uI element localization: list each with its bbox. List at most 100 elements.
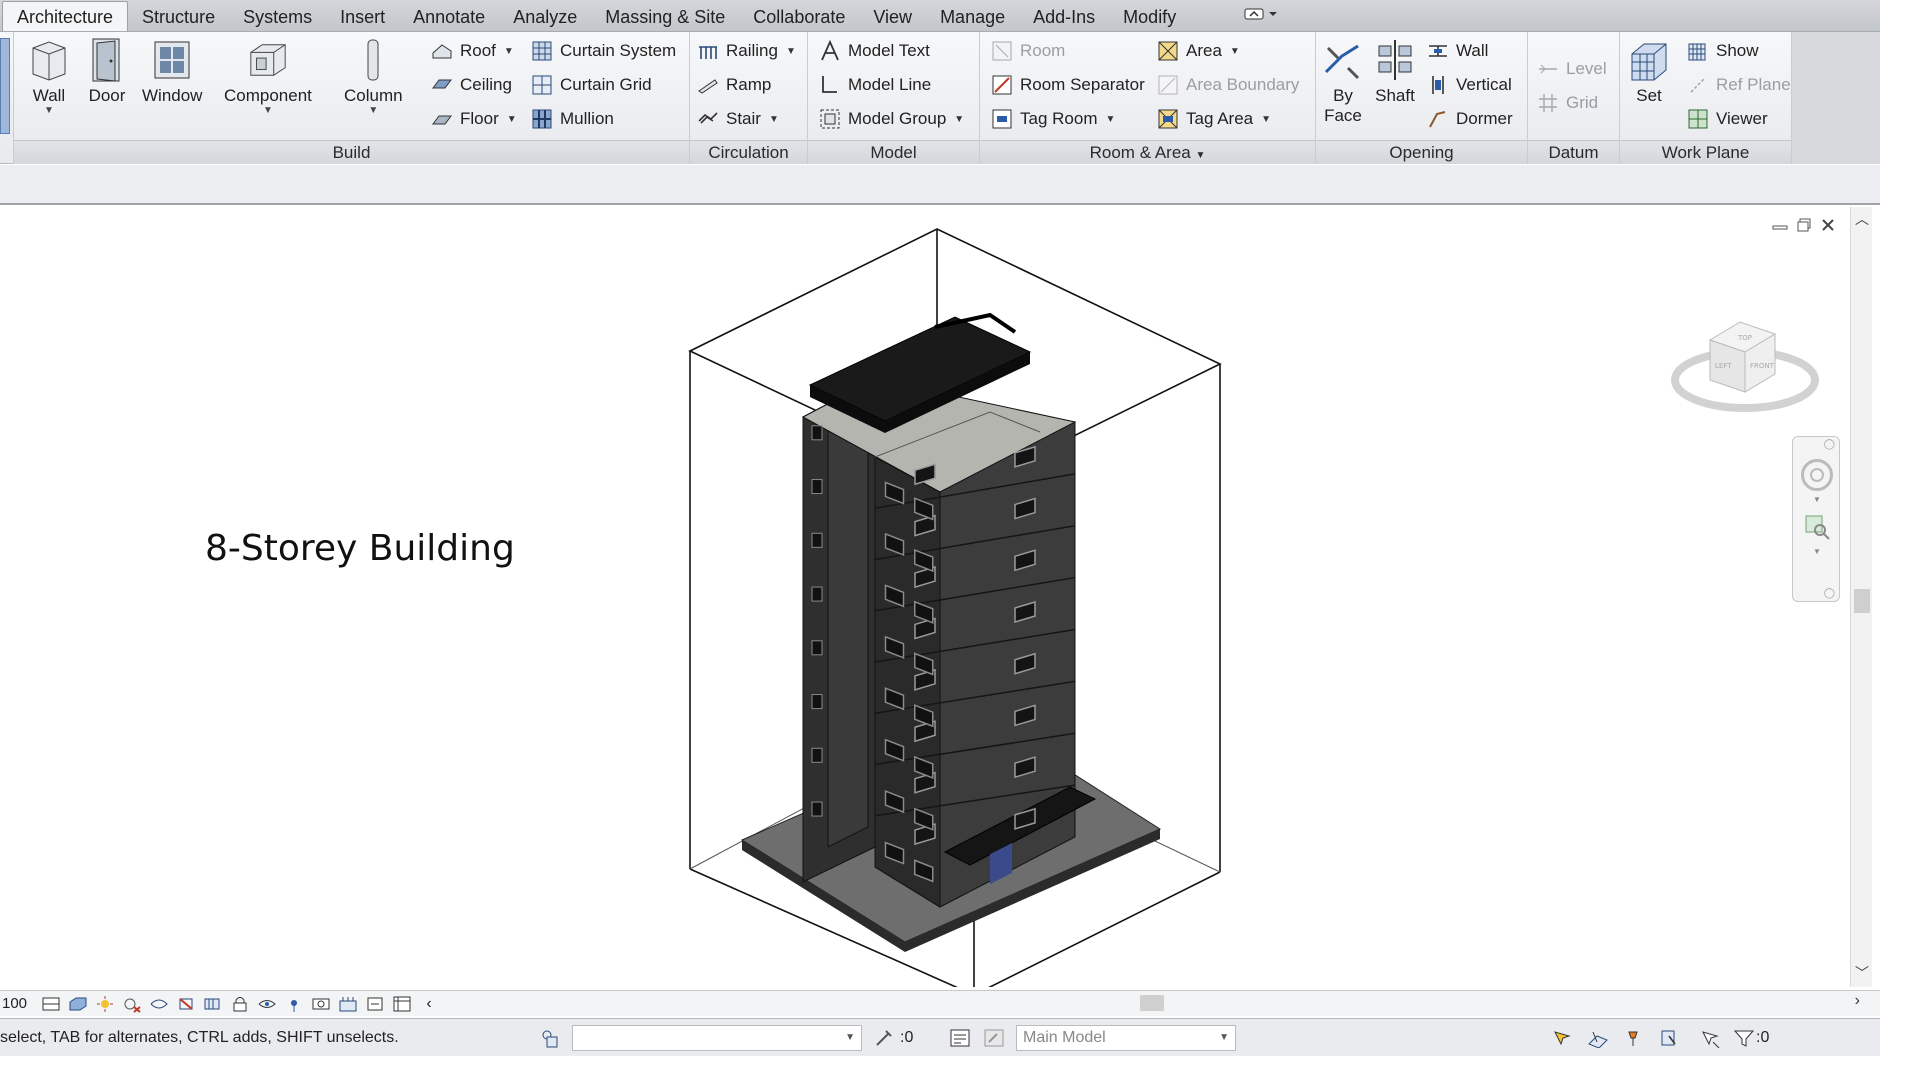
railing-button[interactable]: Railing ▼ bbox=[696, 36, 796, 66]
workset-dropdown[interactable]: ▼ bbox=[572, 1025, 862, 1051]
tab-add-ins[interactable]: Add-Ins bbox=[1019, 3, 1109, 31]
dormer-button[interactable]: Dormer bbox=[1426, 104, 1513, 134]
crop-view-icon[interactable] bbox=[175, 994, 197, 1014]
room-button[interactable]: Room bbox=[990, 36, 1065, 66]
stair-button[interactable]: Stair ▼ bbox=[696, 104, 779, 134]
select-underlay-icon[interactable] bbox=[1586, 1027, 1610, 1049]
panel-title-room-area[interactable]: Room & Area ▼ bbox=[980, 140, 1315, 164]
navbar-options-icon[interactable]: ◯ bbox=[1824, 588, 1835, 599]
scroll-right-icon[interactable]: › bbox=[1855, 992, 1860, 1010]
area-button[interactable]: Area ▼ bbox=[1156, 36, 1240, 66]
scroll-left-icon[interactable]: ‹ bbox=[418, 994, 440, 1014]
scroll-down-icon[interactable]: ﹀ bbox=[1851, 963, 1873, 983]
set-workplane-button[interactable]: Set bbox=[1628, 36, 1670, 106]
3d-view-canvas[interactable]: 8-Storey Building TOP LEFT FRONT ◯ ▼ ▼ ◯ bbox=[0, 207, 1850, 987]
analytical-model-icon[interactable] bbox=[310, 994, 332, 1014]
visual-style-icon[interactable] bbox=[67, 994, 89, 1014]
steering-wheel-icon[interactable] bbox=[1801, 459, 1833, 491]
reveal-constraints-icon[interactable] bbox=[364, 994, 386, 1014]
tag-area-button[interactable]: Tag Area ▼ bbox=[1156, 104, 1271, 134]
model-group-button[interactable]: Model Group ▼ bbox=[818, 104, 964, 134]
temporary-hide-icon[interactable] bbox=[256, 994, 278, 1014]
view-scale[interactable]: 100 bbox=[0, 995, 40, 1012]
window-icon bbox=[151, 36, 193, 84]
by-face-label-1: By bbox=[1333, 86, 1353, 105]
minimize-icon[interactable] bbox=[1772, 217, 1788, 233]
column-button[interactable]: Column ▼ bbox=[344, 36, 403, 116]
shaft-button[interactable]: Shaft bbox=[1374, 36, 1416, 106]
ribbon-display-toggle-icon[interactable] bbox=[1230, 3, 1294, 31]
modify-select-icon[interactable] bbox=[0, 38, 10, 134]
core-window bbox=[811, 801, 823, 817]
tab-systems[interactable]: Systems bbox=[229, 3, 326, 31]
tab-collaborate[interactable]: Collaborate bbox=[739, 3, 859, 31]
grid-button[interactable]: Grid bbox=[1536, 88, 1598, 118]
model-line-button[interactable]: Model Line bbox=[818, 70, 931, 100]
design-option-dropdown[interactable]: Main Model ▼ bbox=[1016, 1025, 1236, 1051]
design-options-icon[interactable] bbox=[948, 1027, 972, 1049]
viewer-button[interactable]: Viewer bbox=[1686, 104, 1768, 134]
select-by-face-icon[interactable] bbox=[1658, 1027, 1682, 1049]
show-workplane-button[interactable]: Show bbox=[1686, 36, 1759, 66]
reveal-hidden-icon[interactable] bbox=[283, 994, 305, 1014]
tab-massing-site[interactable]: Massing & Site bbox=[591, 3, 739, 31]
select-links-icon[interactable] bbox=[1550, 1027, 1574, 1049]
sun-path-icon[interactable] bbox=[94, 994, 116, 1014]
filter-icon[interactable] bbox=[1732, 1027, 1756, 1049]
editing-requests-icon[interactable] bbox=[872, 1027, 896, 1049]
crop-region-icon[interactable] bbox=[202, 994, 224, 1014]
tab-annotate[interactable]: Annotate bbox=[399, 3, 499, 31]
restore-icon[interactable] bbox=[1796, 217, 1812, 233]
chevron-down-icon[interactable]: ▼ bbox=[1813, 495, 1821, 504]
tag-room-button[interactable]: Tag Room ▼ bbox=[990, 104, 1115, 134]
lock-view-icon[interactable] bbox=[229, 994, 251, 1014]
navbar-close-icon[interactable]: ◯ bbox=[1824, 439, 1835, 450]
building-model[interactable] bbox=[0, 207, 1850, 987]
vertical-scrollbar[interactable]: ︿ ﹀ bbox=[1850, 207, 1872, 987]
area-boundary-button[interactable]: Area Boundary bbox=[1156, 70, 1299, 100]
vertical-scroll-thumb[interactable] bbox=[1854, 589, 1870, 613]
tab-modify[interactable]: Modify bbox=[1109, 3, 1190, 31]
worksets-icon[interactable] bbox=[538, 1027, 562, 1049]
ramp-button[interactable]: Ramp bbox=[696, 70, 771, 100]
vertical-opening-button[interactable]: Vertical bbox=[1426, 70, 1512, 100]
highlight-displacement-icon[interactable] bbox=[337, 994, 359, 1014]
tab-analyze[interactable]: Analyze bbox=[499, 3, 591, 31]
floor-button[interactable]: Floor ▼ bbox=[430, 104, 517, 134]
detail-level-icon[interactable] bbox=[40, 994, 62, 1014]
ceiling-button[interactable]: Ceiling bbox=[430, 70, 512, 100]
tab-insert[interactable]: Insert bbox=[326, 3, 399, 31]
design-options-edit-icon[interactable] bbox=[982, 1027, 1006, 1049]
wall-icon bbox=[28, 36, 70, 84]
zoom-region-icon[interactable] bbox=[1803, 513, 1831, 541]
close-icon[interactable] bbox=[1820, 217, 1836, 233]
tab-architecture[interactable]: Architecture bbox=[2, 1, 129, 31]
component-button[interactable]: Component ▼ bbox=[224, 36, 312, 116]
wall-opening-button[interactable]: Wall bbox=[1426, 36, 1488, 66]
viewcube[interactable]: TOP LEFT FRONT bbox=[1670, 300, 1820, 420]
chevron-down-icon[interactable]: ▼ bbox=[1813, 547, 1821, 556]
room-separator-button[interactable]: Room Separator bbox=[990, 70, 1145, 100]
ref-plane-button[interactable]: Ref Plane bbox=[1686, 70, 1791, 100]
scroll-up-icon[interactable]: ︿ bbox=[1851, 209, 1873, 229]
wall-button[interactable]: Wall ▼ bbox=[28, 36, 70, 116]
shadows-icon[interactable] bbox=[121, 994, 143, 1014]
tab-view[interactable]: View bbox=[859, 3, 926, 31]
horizontal-scroll-thumb[interactable] bbox=[1140, 995, 1164, 1011]
worksharing-display-icon[interactable] bbox=[391, 994, 413, 1014]
roof-button[interactable]: Roof ▼ bbox=[430, 36, 514, 66]
tab-manage[interactable]: Manage bbox=[926, 3, 1019, 31]
door-button[interactable]: Door bbox=[86, 36, 128, 106]
level-button[interactable]: Level bbox=[1536, 54, 1607, 84]
mullion-button[interactable]: Mullion bbox=[530, 104, 614, 134]
by-face-button[interactable]: By Face bbox=[1322, 36, 1364, 126]
model-text-button[interactable]: Model Text bbox=[818, 36, 930, 66]
drag-elements-icon[interactable] bbox=[1698, 1027, 1722, 1049]
curtain-system-button[interactable]: Curtain System bbox=[530, 36, 676, 66]
render-dialog-icon[interactable] bbox=[148, 994, 170, 1014]
select-pinned-icon[interactable] bbox=[1622, 1027, 1646, 1049]
tab-structure[interactable]: Structure bbox=[128, 3, 229, 31]
window-button[interactable]: Window bbox=[142, 36, 202, 106]
curtain-grid-button[interactable]: Curtain Grid bbox=[530, 70, 652, 100]
horizontal-scrollbar[interactable]: › bbox=[490, 992, 1860, 1013]
